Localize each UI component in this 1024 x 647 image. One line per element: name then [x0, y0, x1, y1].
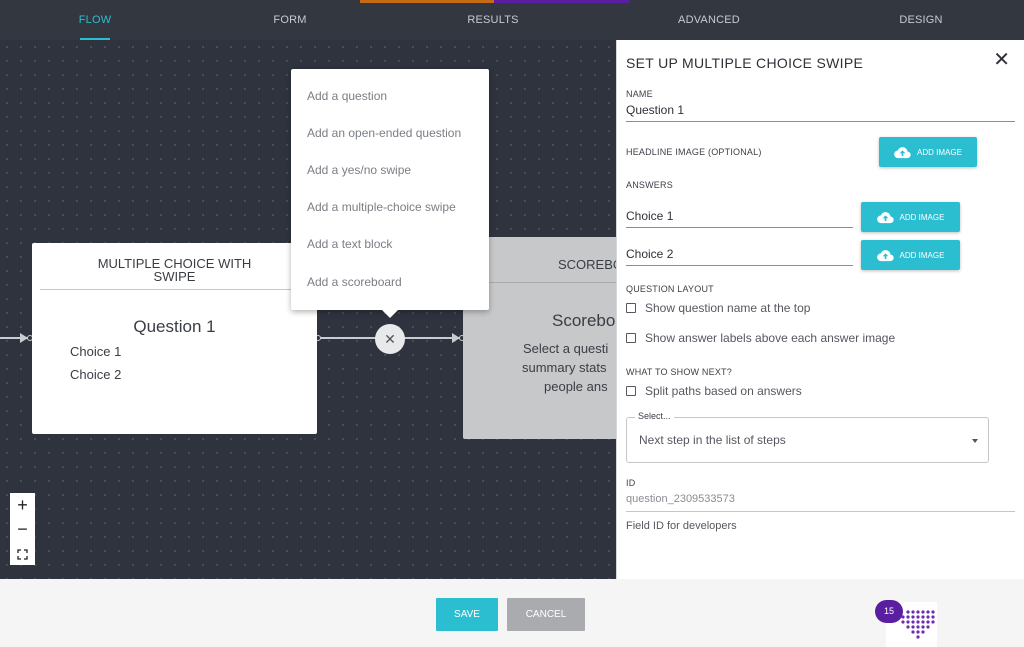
tab-flow[interactable]: FLOW — [60, 0, 130, 40]
add-step-menu: Add a question Add an open-ended questio… — [291, 69, 489, 310]
menu-add-yes-no-swipe[interactable]: Add a yes/no swipe — [307, 163, 411, 177]
notification-badge: 15 — [875, 600, 903, 623]
checkbox-box[interactable] — [626, 386, 636, 396]
add-image-label: ADD IMAGE — [899, 212, 945, 222]
select-legend: Select... — [635, 411, 674, 421]
menu-add-question[interactable]: Add a question — [307, 89, 387, 103]
add-image-label: ADD IMAGE — [899, 250, 945, 260]
checkbox-label: Show answer labels above each answer ima… — [645, 331, 896, 345]
tab-results[interactable]: RESULTS — [453, 0, 533, 40]
card-divider — [471, 282, 616, 283]
answer-input-1[interactable] — [626, 209, 853, 228]
id-value: question_2309533573 — [626, 493, 735, 505]
menu-add-text-block[interactable]: Add a text block — [307, 237, 392, 251]
answer-input-2[interactable] — [626, 247, 853, 266]
cloud-upload-icon — [876, 249, 894, 261]
show-question-name-checkbox[interactable]: Show question name at the top — [626, 301, 810, 315]
footer-bar: SAVE CANCEL 15 — [0, 579, 1024, 647]
close-icon: ✕ — [384, 331, 396, 347]
tab-form[interactable]: FORM — [255, 0, 325, 40]
zoom-controls: + − — [10, 493, 35, 565]
add-image-label: ADD IMAGE — [917, 147, 962, 157]
fit-screen-icon — [17, 549, 28, 560]
zoom-in-button[interactable]: + — [10, 493, 35, 517]
step-settings-panel: SET UP MULTIPLE CHOICE SWIPE ✕ NAME HEAD… — [616, 40, 1024, 579]
cancel-button[interactable]: CANCEL — [507, 598, 585, 631]
cloud-upload-icon — [876, 211, 894, 223]
question-step-choice: Choice 2 — [70, 367, 122, 382]
headline-image-label: HEADLINE IMAGE (OPTIONAL) — [626, 147, 762, 157]
id-help-text: Field ID for developers — [626, 520, 737, 532]
question-step-choice: Choice 1 — [70, 344, 122, 359]
split-paths-checkbox[interactable]: Split paths based on answers — [626, 384, 802, 398]
close-icon: ✕ — [993, 49, 1010, 71]
tab-advanced[interactable]: ADVANCED — [664, 0, 754, 40]
menu-add-open-ended-question[interactable]: Add an open-ended question — [307, 126, 461, 140]
scoreboard-step-title: Scorebo — [552, 311, 616, 330]
save-button[interactable]: SAVE — [436, 598, 498, 631]
menu-add-scoreboard[interactable]: Add a scoreboard — [307, 275, 402, 289]
show-answer-labels-checkbox[interactable]: Show answer labels above each answer ima… — [626, 331, 895, 345]
top-tab-bar: FLOW FORM RESULTS ADVANCED DESIGN — [0, 0, 1024, 40]
answers-label: ANSWERS — [626, 180, 673, 190]
name-label: NAME — [626, 89, 653, 99]
id-underline — [626, 511, 1015, 512]
question-step-card[interactable]: MULTIPLE CHOICE WITH SWIPE Question 1 Ch… — [32, 243, 317, 434]
question-step-header: MULTIPLE CHOICE WITH SWIPE — [97, 256, 252, 284]
checkbox-box[interactable] — [626, 303, 636, 313]
scoreboard-step-desc-line: Select a questi — [523, 341, 609, 356]
chevron-down-icon — [972, 439, 978, 443]
menu-add-multiple-choice-swipe[interactable]: Add a multiple-choice swipe — [307, 200, 456, 214]
id-label: ID — [626, 478, 636, 488]
checkbox-label: Split paths based on answers — [645, 384, 802, 398]
answer-2-add-image-button[interactable]: ADD IMAGE — [861, 240, 960, 270]
card-divider — [40, 289, 309, 290]
panel-close-button[interactable]: ✕ — [993, 50, 1010, 70]
next-step-select[interactable]: Select... Next step in the list of steps — [626, 411, 989, 463]
tab-design[interactable]: DESIGN — [881, 0, 961, 40]
question-step-title: Question 1 — [133, 317, 216, 336]
close-insert-menu-button[interactable]: ✕ — [375, 324, 405, 354]
select-value: Next step in the list of steps — [639, 433, 786, 447]
what-next-label: WHAT TO SHOW NEXT? — [626, 367, 732, 377]
headline-add-image-button[interactable]: ADD IMAGE — [879, 137, 977, 167]
menu-caret — [381, 309, 399, 318]
help-widget[interactable]: 15 — [875, 600, 937, 647]
checkbox-box[interactable] — [626, 333, 636, 343]
zoom-out-button[interactable]: − — [10, 517, 35, 541]
panel-title: SET UP MULTIPLE CHOICE SWIPE — [626, 55, 864, 71]
fit-screen-button[interactable] — [10, 541, 35, 565]
cloud-upload-icon — [894, 146, 911, 158]
checkbox-label: Show question name at the top — [645, 301, 811, 315]
scoreboard-step-desc-line: people ans — [544, 379, 608, 394]
question-layout-label: QUESTION LAYOUT — [626, 284, 714, 294]
scoreboard-step-desc-line: summary stats — [522, 360, 607, 375]
answer-1-add-image-button[interactable]: ADD IMAGE — [861, 202, 960, 232]
name-input[interactable] — [626, 103, 1015, 122]
